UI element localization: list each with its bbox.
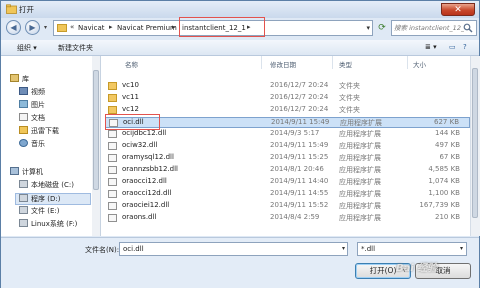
search-icon[interactable] <box>463 23 473 33</box>
chevron-down-icon[interactable]: ▾ <box>342 245 345 252</box>
file-list-scrollbar[interactable] <box>470 56 480 236</box>
nav-item-documents[interactable]: 文档 <box>19 113 45 125</box>
dll-file-icon <box>108 202 117 210</box>
list-item[interactable]: oraons.dll 2014/8/4 2:59 应用程序扩展 210 KB <box>105 213 470 224</box>
list-item[interactable]: vc10 2016/12/7 20:24 文件夹 <box>105 81 470 92</box>
nav-item-drive-f[interactable]: Linux系统 (F:) <box>19 219 77 231</box>
list-item[interactable]: oramysql12.dll 2014/9/11 15:25 应用程序扩展 67 KB <box>105 153 470 164</box>
list-item[interactable]: vc11 2016/12/7 20:24 文件夹 <box>105 93 470 104</box>
refresh-icon[interactable]: ⟳ <box>375 20 389 36</box>
breadcrumb-separator-icon[interactable]: « <box>70 23 74 31</box>
nav-item-libraries[interactable]: 库 <box>10 74 29 86</box>
file-type-value[interactable]: *.dll <box>361 245 375 253</box>
chevron-right-icon[interactable]: ▸ <box>172 23 176 31</box>
folder-icon <box>6 4 17 14</box>
column-header-name[interactable]: 名称 <box>125 59 138 69</box>
navigation-pane: 库 视频 图片 文档 迅雷下载 音乐 计算机 本地磁盘 (C:) 程序 (D:)… <box>1 56 101 236</box>
search-box[interactable] <box>391 20 477 36</box>
back-button[interactable]: ◀ <box>6 20 21 35</box>
view-options-button[interactable]: ≣ ▾ <box>425 43 437 51</box>
list-item[interactable]: oraocci12.dll 2014/9/11 14:40 应用程序扩展 1,074 … <box>105 177 470 188</box>
folder-icon <box>108 94 117 102</box>
file-type-filter[interactable]: *.dll ▾ <box>357 242 467 256</box>
selected-file-highlight-annotation <box>105 114 160 130</box>
computer-icon <box>10 167 19 175</box>
picture-icon <box>19 100 28 108</box>
preview-pane-icon[interactable]: ▭ <box>449 43 456 51</box>
drive-icon <box>19 206 28 214</box>
column-header-type[interactable]: 类型 <box>339 59 352 69</box>
search-input[interactable] <box>394 23 464 33</box>
video-icon <box>19 87 28 95</box>
drive-icon <box>19 219 28 227</box>
dll-file-icon <box>108 190 117 198</box>
close-button[interactable]: ✕ <box>441 3 475 16</box>
new-folder-button[interactable]: 新建文件夹 <box>58 43 93 53</box>
dll-file-icon <box>108 166 117 174</box>
window-title: 打开 <box>19 5 34 14</box>
organize-button[interactable]: 组织 ▾ <box>17 43 37 53</box>
title-bar: 打开 ✕ <box>1 1 479 18</box>
dll-file-icon <box>108 130 117 138</box>
help-icon[interactable]: ? <box>463 43 467 51</box>
nav-item-pictures[interactable]: 图片 <box>19 100 45 112</box>
watermark: Bai 经验 <box>396 263 438 274</box>
document-icon <box>19 113 28 121</box>
folder-icon <box>19 126 28 134</box>
nav-item-drive-c[interactable]: 本地磁盘 (C:) <box>19 180 74 192</box>
forward-button[interactable]: ▶ <box>25 20 40 35</box>
nav-scrollbar-thumb[interactable] <box>93 70 99 190</box>
list-item[interactable]: ocijdbc12.dll 2014/9/3 5:17 应用程序扩展 144 KB <box>105 129 470 140</box>
folder-icon <box>108 82 117 90</box>
folder-icon <box>108 106 117 114</box>
dll-file-icon <box>108 214 117 222</box>
breadcrumb-navicat-premium[interactable]: Navicat Premium <box>117 24 177 32</box>
nav-item-drive-d[interactable]: 程序 (D:) <box>15 193 91 205</box>
dll-file-icon <box>108 142 117 150</box>
filename-field[interactable]: oci.dll ▾ <box>119 242 348 256</box>
chevron-right-icon[interactable]: ▸ <box>109 23 113 31</box>
nav-item-drive-e[interactable]: 文件 (E:) <box>19 206 59 218</box>
dll-file-icon <box>108 154 117 162</box>
folder-icon <box>57 24 67 32</box>
command-toolbar: 组织 ▾ 新建文件夹 ≣ ▾ ▭ ? <box>1 40 479 56</box>
filename-value[interactable]: oci.dll <box>123 245 144 253</box>
column-header-date[interactable]: 修改日期 <box>270 59 296 69</box>
column-separator[interactable] <box>261 56 262 69</box>
list-item[interactable]: ociw32.dll 2014/9/11 15:49 应用程序扩展 497 KB <box>105 141 470 152</box>
list-item[interactable]: orannzsbb12.dll 2014/8/1 20:46 应用程序扩展 4,585… <box>105 165 470 176</box>
library-icon <box>10 74 19 82</box>
list-item[interactable]: oraociei12.dll 2014/9/11 15:52 应用程序扩展 167,7… <box>105 201 470 212</box>
nav-item-music[interactable]: 音乐 <box>19 139 45 151</box>
nav-item-thunder-downloads[interactable]: 迅雷下载 <box>19 126 59 138</box>
nav-item-videos[interactable]: 视频 <box>19 87 45 99</box>
address-highlight-annotation <box>179 17 265 37</box>
open-file-dialog: 打开 ✕ ◀ ▶ ▾ « Navicat ▸ Navicat Premium ▸… <box>0 0 480 288</box>
column-header-size[interactable]: 大小 <box>413 59 426 69</box>
dll-file-icon <box>108 178 117 186</box>
music-icon <box>19 139 28 147</box>
file-list-scrollbar-thumb[interactable] <box>472 68 478 218</box>
nav-scrollbar[interactable] <box>92 56 100 236</box>
list-item[interactable]: oraocci12d.dll 2014/9/11 14:55 应用程序扩展 1,100… <box>105 189 470 200</box>
address-dropdown-icon[interactable]: ▾ <box>366 24 370 32</box>
breadcrumb-navicat[interactable]: Navicat <box>78 24 105 32</box>
drive-icon <box>19 180 28 188</box>
drive-icon <box>19 194 28 202</box>
nav-item-computer[interactable]: 计算机 <box>10 167 43 179</box>
filename-label: 文件名(N): <box>85 246 120 254</box>
chevron-down-icon[interactable]: ▾ <box>460 245 463 252</box>
column-separator[interactable] <box>407 56 408 69</box>
column-separator[interactable] <box>332 56 333 69</box>
file-list: 名称 修改日期 类型 大小 vc10 2016/12/7 20:24 文件夹 vc1… <box>101 56 470 236</box>
recent-locations-dropdown-icon[interactable]: ▾ <box>44 24 47 31</box>
